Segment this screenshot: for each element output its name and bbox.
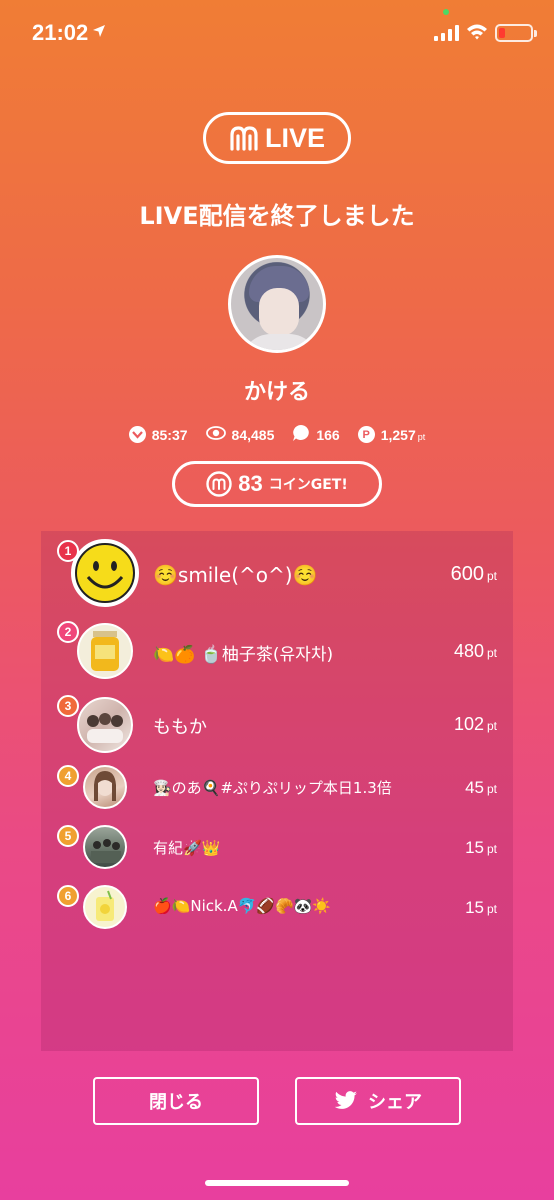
stat-comments: 166 — [292, 424, 340, 445]
broadcaster-name: かける — [243, 380, 310, 405]
logo-text: LIVE — [264, 122, 325, 153]
points-icon: P — [357, 426, 375, 443]
ranking-row[interactable]: 4 👩🏻‍🍳のあ🍳#ぷりぷリップ本日1.3倍 45 pt — [41, 765, 513, 811]
stat-viewers: 84,485 — [205, 426, 274, 443]
rank-badge: 6 — [57, 885, 79, 907]
rank-badge: 1 — [57, 540, 79, 562]
comment-icon — [292, 424, 310, 445]
coin-icon — [206, 471, 232, 497]
status-time: 21:02 — [32, 20, 89, 45]
rank-badge: 3 — [57, 695, 79, 717]
ranking-row[interactable]: 2 🍋🍊 🍵柚子茶(유자차) 480 pt — [41, 621, 513, 683]
share-button[interactable]: シェア — [295, 1077, 461, 1125]
ranking-row[interactable]: 5 有紀🚀👑 15 pt — [41, 825, 513, 871]
broadcaster-avatar — [228, 255, 326, 353]
m-logo-icon — [230, 126, 258, 151]
ranking-row[interactable]: 6 🍎🍋Nick.A🐬🏈🥐🐼☀️ 15 pt — [41, 885, 513, 931]
supporter-avatar — [77, 623, 133, 679]
ranking-row[interactable]: 1 ☺️smile(^o^)☺️ 600 pt — [41, 539, 513, 609]
supporter-name: ももか — [153, 717, 207, 738]
supporter-points: 15 pt — [465, 898, 497, 917]
supporter-avatar — [83, 885, 127, 929]
supporter-points: 45 pt — [465, 778, 497, 797]
supporter-name: ☺️smile(^o^)☺️ — [153, 563, 318, 587]
stat-duration: 85:37 — [128, 426, 188, 443]
status-bar: 21:02 — [0, 0, 554, 70]
twitter-icon — [334, 1091, 357, 1109]
coin-get-badge: 83 コインGET! — [172, 461, 382, 507]
eye-icon — [205, 426, 226, 443]
close-button-label: 閉じる — [149, 1092, 203, 1113]
rank-badge: 4 — [57, 765, 79, 787]
supporter-avatar — [83, 825, 127, 869]
supporter-points: 480 pt — [453, 641, 497, 661]
rank-badge: 5 — [57, 825, 79, 847]
coin-amount: 83 — [238, 471, 263, 496]
supporter-name: 👩🏻‍🍳のあ🍳#ぷりぷリップ本日1.3倍 — [153, 779, 392, 797]
supporter-points: 102 pt — [453, 714, 497, 734]
stat-points: P 1,257 pt — [357, 426, 425, 443]
signal-icon — [434, 25, 459, 41]
supporter-points: 600 pt — [450, 563, 497, 585]
supporter-avatar — [83, 765, 127, 809]
share-button-label: シェア — [368, 1092, 422, 1113]
supporter-name: 🍋🍊 🍵柚子茶(유자차) — [153, 645, 334, 665]
supporter-name: 有紀🚀👑 — [153, 839, 221, 857]
page-title: LIVE配信を終了しました — [139, 202, 415, 230]
rank-badge: 2 — [57, 621, 79, 643]
ranking-panel: 1 ☺️smile(^o^)☺️ 600 pt 2 🍋🍊 🍵柚子茶(유자차) 48… — [41, 531, 513, 1051]
supporter-avatar — [77, 697, 133, 753]
ranking-row[interactable]: 3 ももか 102 pt — [41, 695, 513, 753]
mic-indicator-dot — [443, 9, 449, 15]
supporter-avatar — [71, 539, 139, 607]
duration-icon — [128, 426, 146, 443]
stats-row: 85:37 84,485 166 P 1,257 pt — [0, 424, 554, 445]
location-arrow-icon — [93, 25, 105, 37]
coin-label: コインGET! — [268, 477, 348, 493]
supporter-name: 🍎🍋Nick.A🐬🏈🥐🐼☀️ — [153, 897, 332, 915]
home-indicator[interactable] — [205, 1180, 349, 1186]
supporter-points: 15 pt — [465, 838, 497, 857]
live-logo: LIVE — [203, 112, 351, 164]
wifi-icon — [467, 24, 487, 40]
close-button[interactable]: 閉じる — [93, 1077, 259, 1125]
battery-icon — [495, 24, 537, 42]
